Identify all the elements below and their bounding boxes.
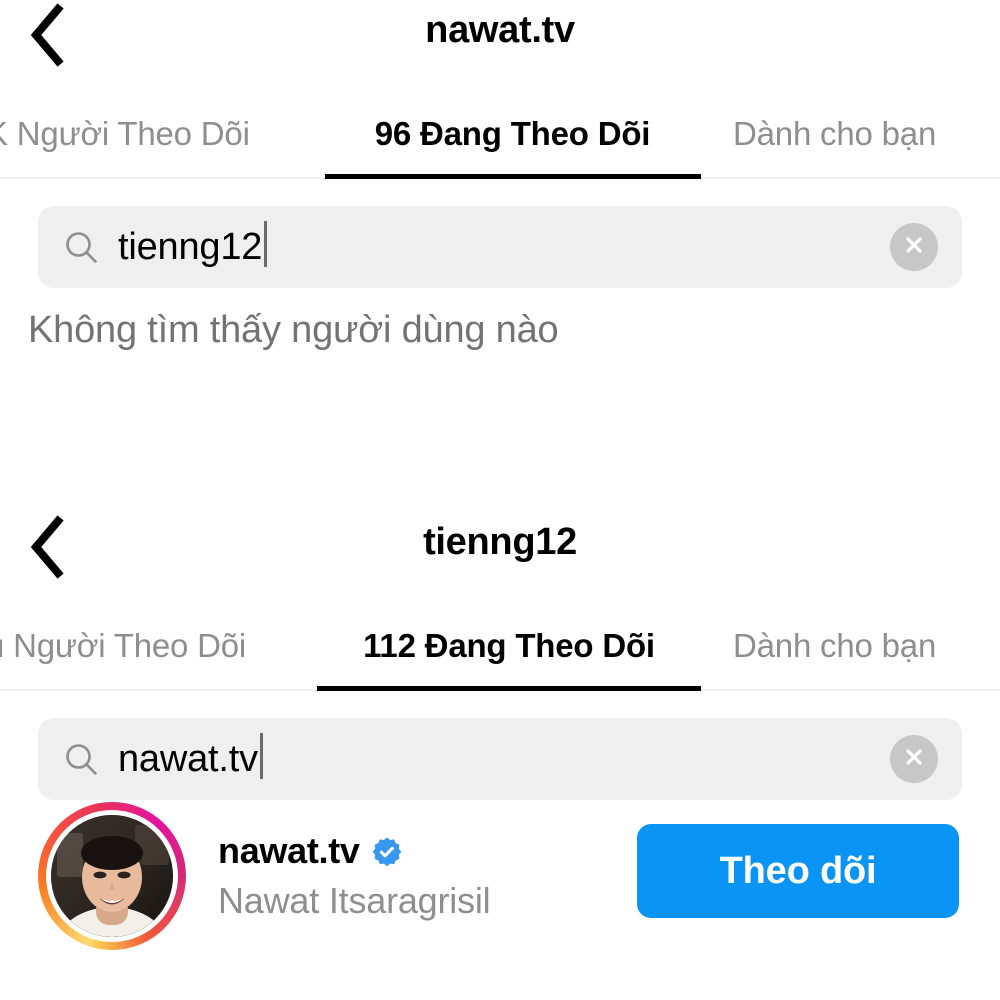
search-icon <box>64 742 98 776</box>
tab-following-1[interactable]: 96 Đang Theo Dõi <box>325 112 700 156</box>
tabstrip-2: u Người Theo Dõi 112 Đang Theo Dõi Dành … <box>0 600 1000 696</box>
result-name-block: nawat.tv Nawat Itsaragrisil <box>218 828 491 924</box>
search-icon <box>64 230 98 264</box>
empty-state-1: Không tìm thấy người dùng nào <box>0 294 1000 394</box>
search-result-row[interactable]: nawat.tv Nawat Itsaragrisil Theo dõi <box>0 802 1000 954</box>
tab-followers-2[interactable]: u Người Theo Dõi <box>0 624 246 668</box>
empty-state-message: Không tìm thấy người dùng nào <box>28 309 559 351</box>
avatar <box>51 815 173 937</box>
page-title-2: tienng12 <box>423 521 577 563</box>
search-input-2[interactable]: nawat.tv <box>38 718 962 800</box>
search-area-2: nawat.tv <box>0 696 1000 806</box>
active-tab-underline-2 <box>317 686 701 691</box>
tab-for-you-2[interactable]: Dành cho bạn <box>733 624 936 668</box>
result-fullname: Nawat Itsaragrisil <box>218 880 491 921</box>
result-username-row: nawat.tv <box>218 828 490 874</box>
text-caret-1 <box>264 221 268 267</box>
clear-circle-icon <box>901 232 927 263</box>
clear-circle-icon <box>901 744 927 775</box>
search-input-value-1: tienng12 <box>118 226 263 268</box>
tab-for-you-1[interactable]: Dành cho bạn <box>733 112 936 156</box>
tab-following-2[interactable]: 112 Đang Theo Dõi <box>318 624 700 668</box>
tab-followers-1[interactable]: K Người Theo Dõi <box>0 112 250 156</box>
panel-nawat-following: nawat.tv K Người Theo Dõi 96 Đang Theo D… <box>0 0 1000 458</box>
panel-separator-gap <box>0 458 1000 512</box>
verified-badge-icon <box>371 836 403 868</box>
navbar-2: tienng12 <box>0 512 1000 600</box>
result-username: nawat.tv <box>218 830 360 871</box>
clear-search-button-2[interactable] <box>890 735 938 783</box>
search-area-1: tienng12 <box>0 184 1000 294</box>
follow-button[interactable]: Theo dõi <box>637 824 959 918</box>
text-caret-2 <box>259 733 263 779</box>
search-input-value-2: nawat.tv <box>118 738 258 780</box>
avatar-story-ring[interactable] <box>38 802 186 950</box>
page-title-1: nawat.tv <box>425 9 575 51</box>
tabstrip-1: K Người Theo Dõi 96 Đang Theo Dõi Dành c… <box>0 88 1000 184</box>
instagram-following-search-screen: nawat.tv K Người Theo Dõi 96 Đang Theo D… <box>0 0 1000 1000</box>
navbar-1: nawat.tv <box>0 0 1000 88</box>
avatar-ring-inner <box>46 810 178 942</box>
search-input-1[interactable]: tienng12 <box>38 206 962 288</box>
clear-search-button-1[interactable] <box>890 223 938 271</box>
panel-tienng12-following: tienng12 u Người Theo Dõi 112 Đang Theo … <box>0 512 1000 1000</box>
active-tab-underline-1 <box>325 174 701 179</box>
